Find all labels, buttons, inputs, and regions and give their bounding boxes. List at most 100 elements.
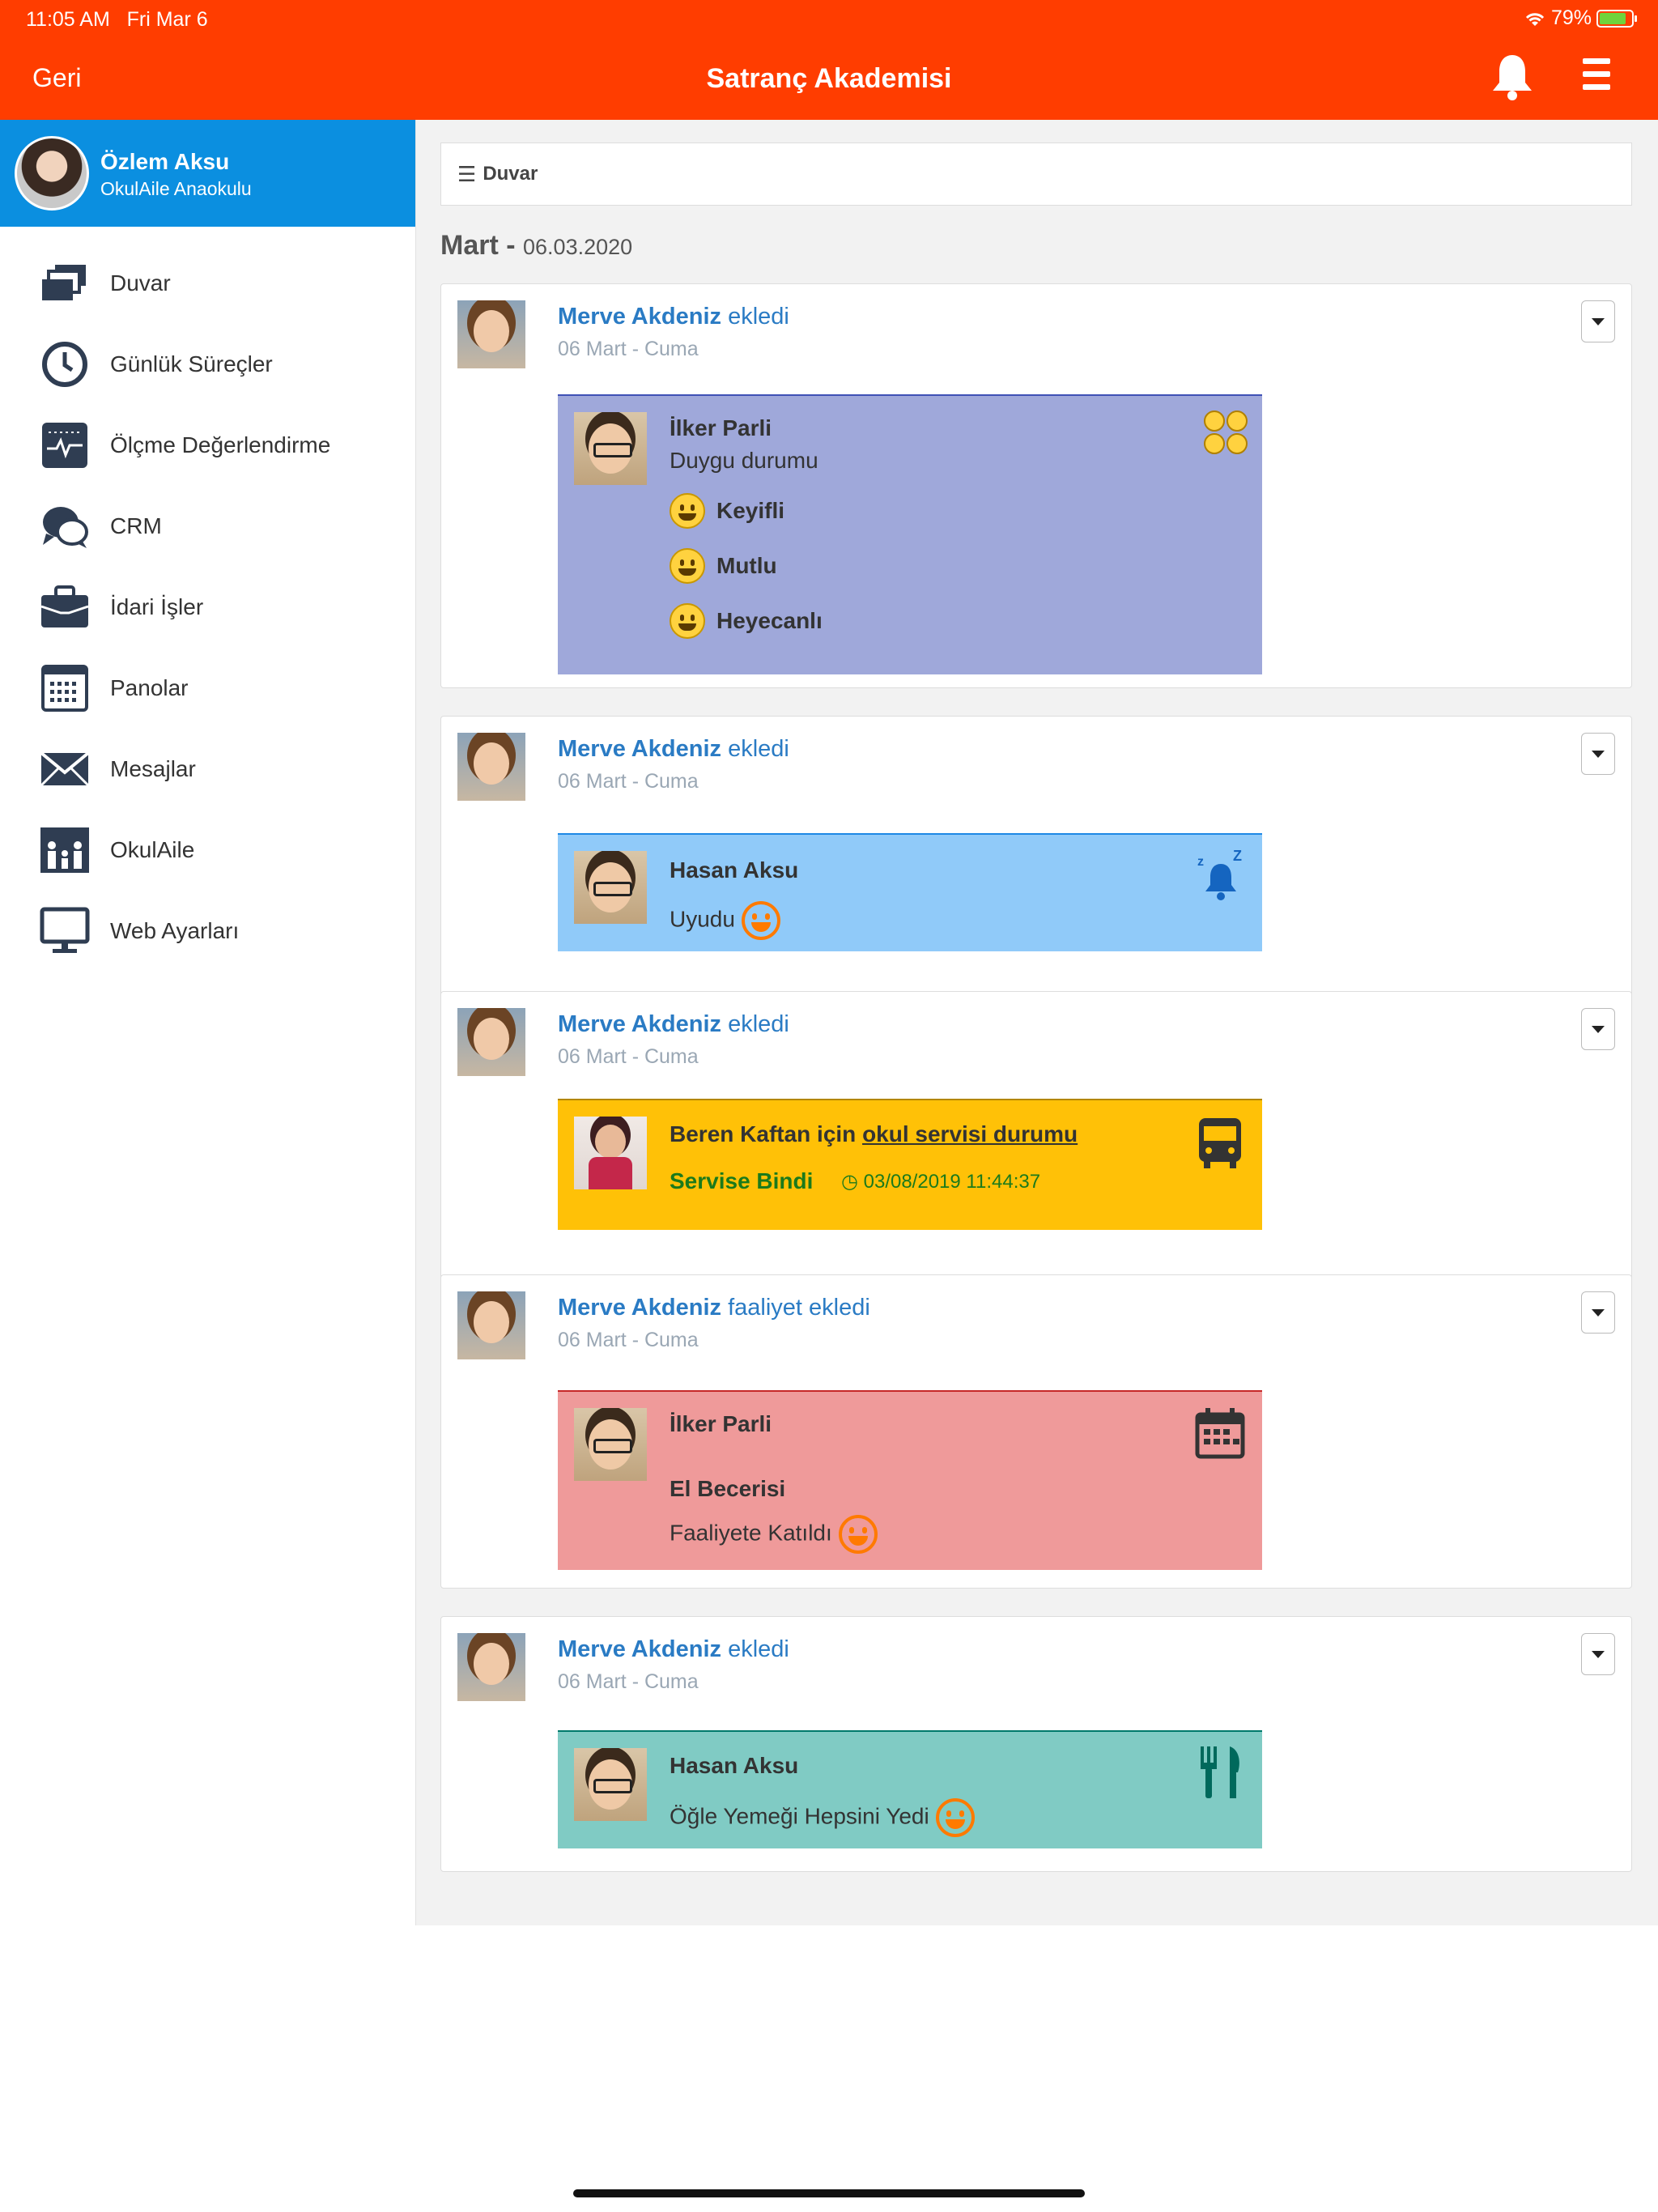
envelope-icon bbox=[39, 743, 91, 795]
post-options-dropdown[interactable] bbox=[1581, 1008, 1615, 1050]
student-name: Hasan Aksu bbox=[670, 857, 799, 883]
fork-knife-icon bbox=[1201, 1746, 1239, 1798]
post-author: Merve Akdeniz ekledi bbox=[558, 1011, 789, 1037]
post-options-dropdown[interactable] bbox=[1581, 733, 1615, 775]
sidebar-item-idari-isler[interactable]: İdari İşler bbox=[0, 567, 415, 648]
status-text: Faaliyete Katıldı bbox=[670, 1515, 878, 1554]
post-author: Merve Akdeniz ekledi bbox=[558, 1636, 789, 1662]
briefcase-icon bbox=[39, 581, 91, 633]
bus-status-link[interactable]: okul servisi durumu bbox=[862, 1121, 1078, 1146]
battery-percent: 79% bbox=[1550, 6, 1592, 29]
home-indicator[interactable] bbox=[573, 2189, 1085, 2197]
emotions-icon bbox=[1204, 410, 1248, 454]
sleep-bell-icon: zZ bbox=[1197, 849, 1242, 900]
sidebar-item-okulaile[interactable]: OkulAile bbox=[0, 810, 415, 891]
pulse-icon bbox=[39, 419, 91, 471]
sidebar-item-label: İdari İşler bbox=[110, 594, 204, 619]
wall-icon bbox=[39, 257, 91, 309]
student-photo bbox=[574, 1117, 647, 1189]
status-time: 11:05 AM Fri Mar 6 bbox=[26, 8, 208, 31]
bus-timestamp: ◷ 03/08/2019 11:44:37 bbox=[841, 1171, 1041, 1193]
sidebar-item-label: CRM bbox=[110, 513, 162, 538]
author-avatar bbox=[457, 733, 525, 801]
smile-icon bbox=[838, 1515, 878, 1554]
wall-post: Merve Akdeniz ekledi 06 Mart - Cuma Hasa… bbox=[440, 1616, 1632, 1872]
sidebar-item-mesajlar[interactable]: Mesajlar bbox=[0, 729, 415, 810]
svg-text:z: z bbox=[1197, 855, 1204, 869]
status-text: Öğle Yemeği Hepsini Yedi bbox=[670, 1798, 975, 1837]
post-options-dropdown[interactable] bbox=[1581, 1291, 1615, 1334]
bus-icon bbox=[1199, 1118, 1241, 1168]
monitor-icon bbox=[39, 905, 91, 957]
app-title: Satranç Akademisi bbox=[706, 63, 952, 94]
grin-emoji-icon bbox=[670, 493, 705, 529]
wall-post: Merve Akdeniz faaliyet ekledi 06 Mart - … bbox=[440, 1274, 1632, 1589]
wifi-icon bbox=[1525, 12, 1545, 26]
post-author: Merve Akdeniz ekledi bbox=[558, 304, 789, 330]
wall-post: Merve Akdeniz ekledi 06 Mart - Cuma İlke… bbox=[440, 283, 1632, 688]
student-photo bbox=[574, 851, 647, 924]
mood-panel: İlker Parli Duygu durumu Keyifli Mutlu H… bbox=[558, 394, 1262, 674]
svg-text:Z: Z bbox=[1233, 849, 1242, 864]
post-date: 06 Mart - Cuma bbox=[558, 338, 699, 360]
app-header: 11:05 AM Fri Mar 6 79% Geri Satranç Akad… bbox=[0, 0, 1658, 120]
post-author: Merve Akdeniz faaliyet ekledi bbox=[558, 1295, 870, 1321]
hamburger-menu-icon[interactable] bbox=[1583, 58, 1615, 99]
avatar bbox=[15, 136, 89, 211]
breadcrumb: ☰ Duvar bbox=[440, 143, 1632, 206]
student-name: İlker Parli bbox=[670, 1411, 772, 1436]
clock-small-icon: ◷ bbox=[841, 1171, 858, 1193]
sidebar-item-gunluk-surecler[interactable]: Günlük Süreçler bbox=[0, 324, 415, 405]
board-icon bbox=[39, 662, 91, 714]
sidebar-item-web-ayarlari[interactable]: Web Ayarları bbox=[0, 891, 415, 972]
post-date: 06 Mart - Cuma bbox=[558, 1045, 699, 1068]
post-date: 06 Mart - Cuma bbox=[558, 1329, 699, 1351]
sidebar-item-label: Mesajlar bbox=[110, 756, 196, 781]
author-avatar bbox=[457, 1291, 525, 1359]
sidebar-item-panolar[interactable]: Panolar bbox=[0, 648, 415, 729]
student-name: İlker Parli bbox=[670, 415, 772, 440]
breadcrumb-label: Duvar bbox=[483, 163, 538, 185]
post-options-dropdown[interactable] bbox=[1581, 300, 1615, 342]
panel-subtitle: Duygu durumu bbox=[670, 448, 818, 473]
post-date: 06 Mart - Cuma bbox=[558, 1670, 699, 1693]
sidebar-item-label: OkulAile bbox=[110, 837, 195, 862]
student-photo bbox=[574, 1408, 647, 1481]
star-eyes-emoji-icon bbox=[670, 603, 705, 639]
bus-title: Beren Kaftan için okul servisi durumu bbox=[670, 1121, 1078, 1146]
activity-name: El Becerisi bbox=[670, 1476, 786, 1501]
chat-icon bbox=[39, 500, 91, 552]
status-indicators: 79% bbox=[1524, 6, 1637, 30]
status-text: Uyudu bbox=[670, 901, 780, 940]
battery-icon bbox=[1596, 9, 1637, 28]
sidebar-item-label: Web Ayarları bbox=[110, 918, 240, 943]
author-avatar bbox=[457, 1008, 525, 1076]
notifications-bell-icon[interactable] bbox=[1490, 52, 1538, 104]
bus-status: Servise Bindi bbox=[670, 1168, 814, 1193]
sidebar-item-label: Günlük Süreçler bbox=[110, 351, 273, 376]
calendar-icon bbox=[1195, 1408, 1245, 1459]
user-profile[interactable]: Özlem Aksu OkulAile Anaokulu bbox=[0, 120, 415, 227]
student-name: Hasan Aksu bbox=[670, 1753, 799, 1778]
sidebar-item-duvar[interactable]: Duvar bbox=[0, 243, 415, 324]
mood-item: Mutlu bbox=[670, 548, 777, 584]
activity-panel: İlker Parli El Becerisi Faaliyete Katıld… bbox=[558, 1390, 1262, 1570]
mood-item: Keyifli bbox=[670, 493, 784, 529]
list-icon: ☰ bbox=[457, 161, 477, 186]
mood-item: Heyecanlı bbox=[670, 603, 823, 639]
sidebar-item-olcme-degerlendirme[interactable]: Ölçme Değerlendirme bbox=[0, 405, 415, 486]
author-avatar bbox=[457, 1633, 525, 1701]
smile-icon bbox=[741, 901, 780, 940]
sidebar-nav: Duvar Günlük Süreçler Ölçme Değerlendirm… bbox=[0, 227, 415, 972]
sidebar-item-label: Duvar bbox=[110, 270, 171, 296]
sidebar: Özlem Aksu OkulAile Anaokulu Duvar Günlü… bbox=[0, 120, 416, 1925]
sidebar-item-label: Ölçme Değerlendirme bbox=[110, 432, 331, 457]
sidebar-item-crm[interactable]: CRM bbox=[0, 486, 415, 567]
main-content: ☰ Duvar Mart - 06.03.2020 Merve Akdeniz … bbox=[416, 120, 1658, 1925]
clock-icon bbox=[39, 338, 91, 390]
meal-panel: Hasan Aksu Öğle Yemeği Hepsini Yedi bbox=[558, 1730, 1262, 1848]
post-options-dropdown[interactable] bbox=[1581, 1633, 1615, 1675]
family-icon bbox=[39, 824, 91, 876]
sidebar-item-label: Panolar bbox=[110, 675, 189, 700]
smile-emoji-icon bbox=[670, 548, 705, 584]
